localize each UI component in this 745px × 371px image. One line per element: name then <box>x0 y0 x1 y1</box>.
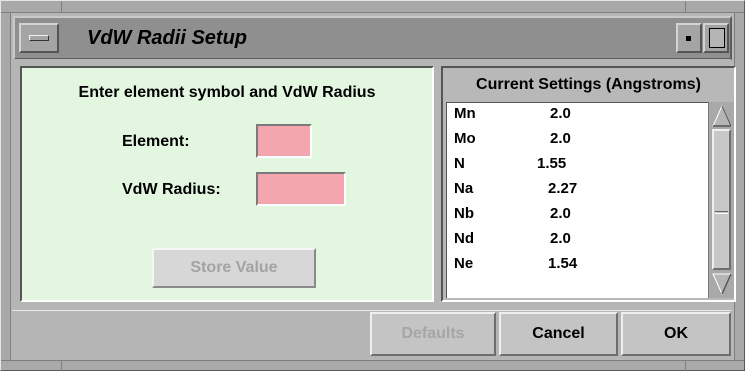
list-item[interactable]: Nd 2.0 <box>447 228 708 253</box>
list-item[interactable]: Na 2.27 <box>447 178 708 203</box>
maximize-icon <box>709 28 725 48</box>
minimize-button[interactable] <box>676 23 702 53</box>
element-radius: 2.0 <box>550 130 571 147</box>
title-bar[interactable]: VdW Radii Setup <box>13 16 732 60</box>
window-frame-top[interactable] <box>1 1 744 13</box>
list-item[interactable]: Nb 2.0 <box>447 203 708 228</box>
element-symbol: N <box>454 155 465 172</box>
list-item[interactable]: N 1.55 <box>447 153 708 178</box>
current-settings-list[interactable]: Mn 2.0 Mo 2.0 N 1.55 Na 2.27 Nb 2.0 Nd 2… <box>446 102 708 298</box>
current-settings-heading: Current Settings (Angstroms) <box>476 76 701 93</box>
defaults-button[interactable]: Defaults <box>370 312 496 356</box>
list-item[interactable]: Ne 1.54 <box>447 253 708 278</box>
element-symbol: Mo <box>454 130 476 147</box>
element-radius: 1.54 <box>548 255 578 272</box>
scroll-thumb[interactable] <box>712 129 731 270</box>
list-item[interactable]: Mn 2.0 <box>447 103 708 128</box>
window-frame-left[interactable] <box>1 13 11 361</box>
list-scrollbar[interactable] <box>708 102 734 298</box>
scroll-down-arrow-icon[interactable] <box>712 272 732 296</box>
frame-corner-divider <box>61 1 62 13</box>
vdw-radius-input[interactable] <box>256 172 346 206</box>
element-symbol: Na <box>454 180 474 197</box>
element-entry-panel: Enter element symbol and VdW Radius Elem… <box>20 66 434 302</box>
list-item[interactable]: Mo 2.0 <box>447 128 708 153</box>
current-settings-panel: Current Settings (Angstroms) Mn 2.0 Mo 2… <box>441 66 736 302</box>
window-frame-bottom[interactable] <box>1 360 744 370</box>
window-menu-icon <box>29 35 49 41</box>
element-input[interactable] <box>256 124 312 158</box>
frame-corner-divider <box>685 1 686 13</box>
frame-corner-divider <box>685 361 686 371</box>
window-title: VdW Radii Setup <box>87 27 247 49</box>
element-radius: 2.0 <box>550 230 571 247</box>
ok-button[interactable]: OK <box>621 312 731 356</box>
frame-corner-divider <box>61 361 62 371</box>
element-radius: 2.0 <box>550 105 571 122</box>
store-value-button[interactable]: Store Value <box>152 248 316 288</box>
element-radius: 2.0 <box>550 205 571 222</box>
element-symbol: Nb <box>454 205 474 222</box>
window-menu-button[interactable] <box>19 23 59 53</box>
scroll-thumb-grip <box>715 211 728 214</box>
cancel-button[interactable]: Cancel <box>499 312 618 356</box>
minimize-icon <box>686 36 691 41</box>
scroll-up-arrow-icon[interactable] <box>712 104 732 128</box>
element-label: Element: <box>122 133 190 150</box>
element-radius: 1.55 <box>537 155 567 172</box>
element-symbol: Nd <box>454 230 474 247</box>
element-symbol: Ne <box>454 255 474 272</box>
element-radius: 2.27 <box>548 180 578 197</box>
maximize-button[interactable] <box>703 23 729 53</box>
entry-instructions: Enter element symbol and VdW Radius <box>78 84 376 101</box>
element-symbol: Mn <box>454 105 476 122</box>
vdw-radius-label: VdW Radius: <box>122 181 221 198</box>
